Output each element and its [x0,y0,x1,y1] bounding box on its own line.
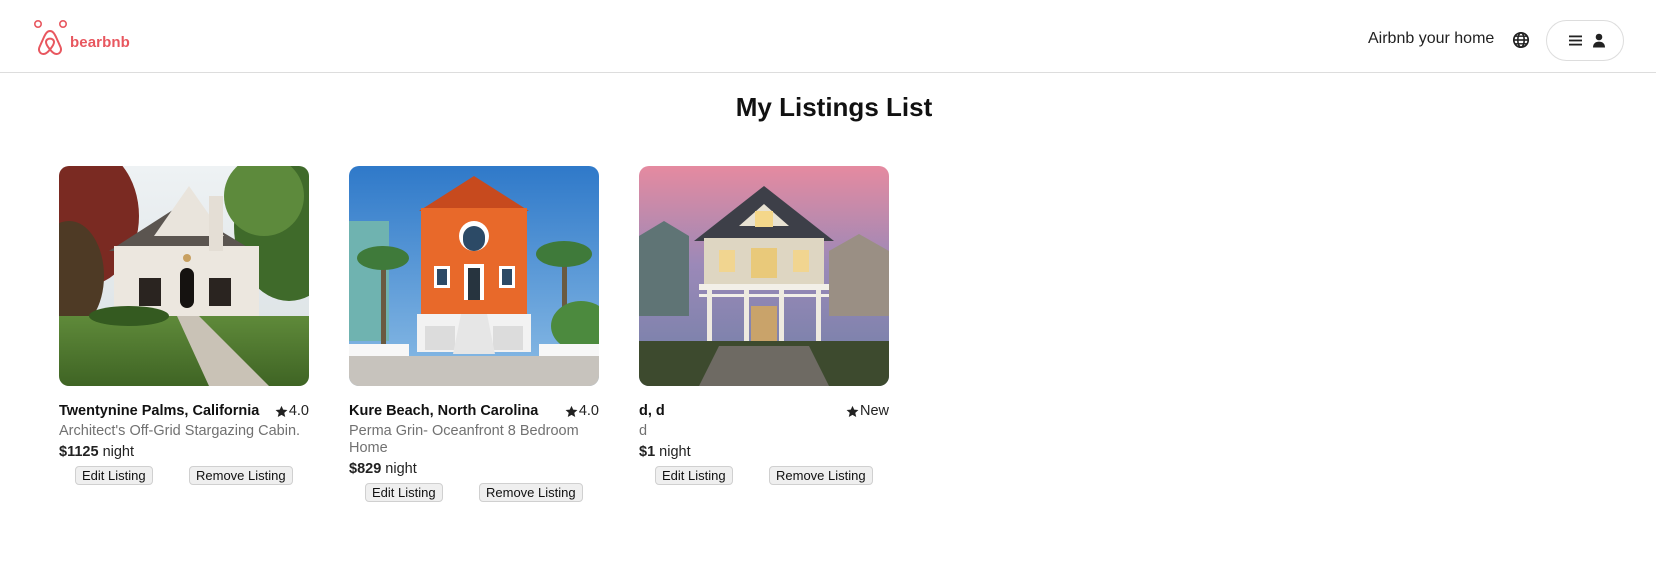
listing-location: Kure Beach, North Carolina [349,403,539,419]
listing-rating: 4.0 [565,403,599,419]
listing-price-unit: night [102,444,135,460]
listing-description: d [639,423,648,439]
listing-rating: New [846,403,889,419]
listing-location: Twentynine Palms, California [59,403,260,419]
star-icon [846,405,859,417]
brand-name: bearbnb [70,33,130,51]
remove-listing-button[interactable]: Remove Listing [189,466,293,485]
star-icon [275,405,288,417]
listing-location: d, d [639,403,665,419]
listing-actions: Edit Listing Remove Listing [639,466,889,490]
host-home-link[interactable]: Airbnb your home [1368,30,1494,48]
listing-photo-stilt-house[interactable] [639,166,889,386]
remove-listing-button[interactable]: Remove Listing [479,483,583,502]
edit-listing-button[interactable]: Edit Listing [655,466,733,485]
edit-listing-button[interactable]: Edit Listing [365,483,443,502]
remove-listing-button[interactable]: Remove Listing [769,466,873,485]
listing-price-unit: night [659,444,691,460]
star-icon [565,405,578,417]
listing-card[interactable]: Twentynine Palms, California 4.0 Archite… [59,166,309,490]
listing-rating: 4.0 [275,403,309,419]
listing-card[interactable]: d, d New d $1 night Edit Listing Remove … [639,166,889,490]
listing-description: Perma Grin- Oceanfront 8 Bedroom Home [349,423,579,456]
listing-rating-value: 4.0 [578,403,599,419]
listing-price-amount: $1125 [59,444,99,460]
brand-logo[interactable]: bearbnb [33,19,130,57]
listing-rating-value: 4.0 [288,403,309,419]
user-menu-button[interactable] [1546,20,1624,61]
listing-rating-value: New [859,403,889,419]
page-title: My Listings List [735,92,933,122]
listing-price-unit: night [385,461,417,477]
user-avatar-icon [1593,33,1605,48]
bearbnb-logo-icon [33,19,67,56]
listing-photo-beach-house[interactable] [349,166,599,386]
hamburger-icon [1569,35,1582,46]
listing-actions: Edit Listing Remove Listing [349,483,599,507]
listing-price-amount: $829 [349,461,382,477]
globe-icon[interactable] [1512,31,1530,49]
listing-price: $829 night [349,461,599,477]
listing-price: $1 night [639,444,889,460]
listing-actions: Edit Listing Remove Listing [59,466,309,490]
top-navbar: bearbnb Airbnb your home [0,0,1656,73]
listing-photo-cottage[interactable] [59,166,309,386]
listing-description: Architect's Off-Grid Stargazing Cabin. [59,423,301,439]
listing-price-amount: $1 [639,444,656,460]
listing-card[interactable]: Kure Beach, North Carolina 4.0 Perma Gri… [349,166,599,507]
listing-price: $1125 night [59,444,309,460]
edit-listing-button[interactable]: Edit Listing [75,466,153,485]
